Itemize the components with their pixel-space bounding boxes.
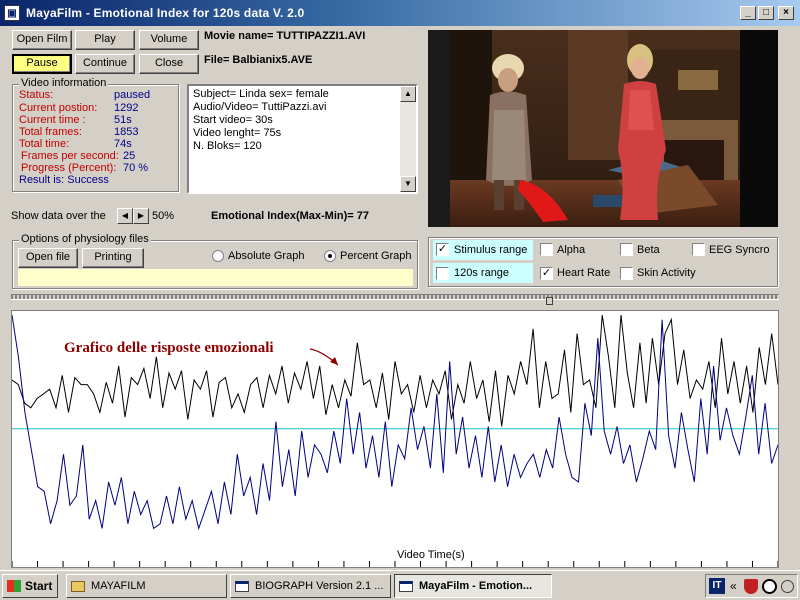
position-value: 1292 [114,102,139,114]
absolute-graph-radio[interactable] [212,250,224,262]
stimulus-range-label: Stimulus range [454,244,528,256]
app-icon: ▣ [4,5,20,21]
maximize-button[interactable]: □ [758,6,774,20]
emotional-graph: Grafico delle risposte emozionali Video … [11,310,779,568]
language-indicator[interactable]: IT [709,578,725,594]
frames-label: Total frames: [19,126,82,138]
taskbar-item-label: BIOGRAPH Version 2.1 ... [255,580,384,592]
fps-label: Frames per second: [21,150,119,162]
emotional-index: Emotional Index(Max-Min)= 77 [211,210,369,222]
fps-value: 25 [123,150,136,162]
blocks-line: N. Bloks= 120 [193,140,262,152]
file-label: File= Balbianix5.AVE [204,54,313,66]
heart-rate-label: Heart Rate [557,267,611,279]
status-label: Status: [19,89,54,101]
progress-value: 70 % [123,162,149,174]
timeline-track[interactable] [11,294,779,300]
percent-graph-label: Percent Graph [340,250,412,262]
open-film-button[interactable]: Open Film [12,30,72,50]
minimize-button[interactable]: _ [740,6,756,20]
shield-icon[interactable] [744,579,758,594]
stimulus-range-checkbox[interactable]: ✓ [436,243,449,256]
close-window-button[interactable]: × [778,6,794,20]
printing-button[interactable]: Printing [82,248,144,268]
title-bar: ▣ MayaFilm - Emotional Index for 120s da… [0,0,800,26]
folder-icon [71,580,85,592]
timeline-thumb[interactable] [546,297,553,305]
physiology-title: Options of physiology files [19,233,151,245]
windows-logo-icon [7,580,21,592]
start-label: Start [25,579,53,593]
taskbar-item-mayafilm-folder[interactable]: MAYAFILM [66,574,227,598]
position-label: Current postion: [19,102,98,114]
video-scene-image [428,30,778,227]
show-data-value: 50% [152,210,175,222]
audio-video-line: Audio/Video= TuttiPazzi.avi [193,101,327,113]
skin-activity-label: Skin Activity [637,267,696,279]
taskbar-item-label: MayaFilm - Emotion... [419,580,533,592]
status-value: paused [114,89,151,101]
volume-button[interactable]: Volume [139,30,199,50]
chart-svg: Grafico delle risposte emozionali [11,314,779,567]
video-frame [428,30,778,227]
increase-percent-icon[interactable]: ▶ [133,208,149,224]
range-120s-checkbox[interactable] [436,267,449,280]
decrease-percent-icon[interactable]: ◀ [117,208,133,224]
total-time-value: 74s [114,138,132,150]
result-text: Result is: Success [19,174,109,186]
eeg-syncro-label: EEG Syncro [709,244,770,256]
percent-graph-radio[interactable] [324,250,336,262]
alpha-label: Alpha [557,244,586,256]
alpha-checkbox[interactable] [540,243,553,256]
beta-checkbox[interactable] [620,243,633,256]
start-video-line: Start video= 30s [193,114,273,126]
continue-button[interactable]: Continue [75,54,135,74]
app-window-icon [399,580,413,592]
start-button[interactable]: Start [2,574,58,598]
video-info-group: Video information Status: paused Current… [12,77,179,192]
x-axis-label: Video Time(s) [397,549,465,561]
scroll-down-icon[interactable]: ▼ [400,176,416,192]
system-tray: IT « [705,574,798,598]
subject-info-textarea[interactable]: Subject= Linda sex= female Audio/Video= … [187,84,418,194]
total-time-label: Total time: [19,138,70,150]
status-bar-yellow [18,269,413,286]
absolute-graph-label: Absolute Graph [228,250,305,262]
taskbar-item-biograph[interactable]: BIOGRAPH Version 2.1 ... [230,574,391,598]
pause-button[interactable]: Pause [12,54,72,74]
heart-rate-checkbox[interactable]: ✓ [540,267,553,280]
taskbar-item-mayafilm-window[interactable]: MayaFilm - Emotion... [394,574,552,598]
time-value: 51s [114,114,132,126]
chart-annotation: Grafico delle risposte emozionali [64,340,274,356]
time-label: Current time : [19,114,86,126]
skin-activity-checkbox[interactable] [620,267,633,280]
video-length-line: Video lenght= 75s [193,127,282,139]
show-data-label: Show data over the [11,210,106,222]
play-button[interactable]: Play [75,30,135,50]
taskbar: Start MAYAFILM BIOGRAPH Version 2.1 ... … [0,570,800,600]
video-info-title: Video information [19,77,109,89]
volume-icon[interactable] [781,580,794,593]
beta-label: Beta [637,244,660,256]
panda-icon[interactable] [762,579,777,594]
tray-chevron-icon[interactable]: « [730,579,737,593]
movie-name-label: Movie name= TUTTIPAZZI1.AVI [204,30,366,42]
subject-line: Subject= Linda sex= female [193,88,329,100]
eeg-syncro-checkbox[interactable] [692,243,705,256]
frames-value: 1853 [114,126,139,138]
window-icon [235,580,249,592]
scroll-up-icon[interactable]: ▲ [400,86,416,102]
open-file-button[interactable]: Open file [18,248,78,268]
window-title: MayaFilm - Emotional Index for 120s data… [26,6,305,20]
close-button[interactable]: Close [139,54,199,74]
progress-label: Progress (Percent): [21,162,117,174]
range-120s-label: 120s range [454,267,510,279]
textarea-scrollbar[interactable]: ▲ ▼ [400,86,416,192]
annotation-arrowhead [330,357,338,365]
taskbar-item-label: MAYAFILM [91,580,146,592]
